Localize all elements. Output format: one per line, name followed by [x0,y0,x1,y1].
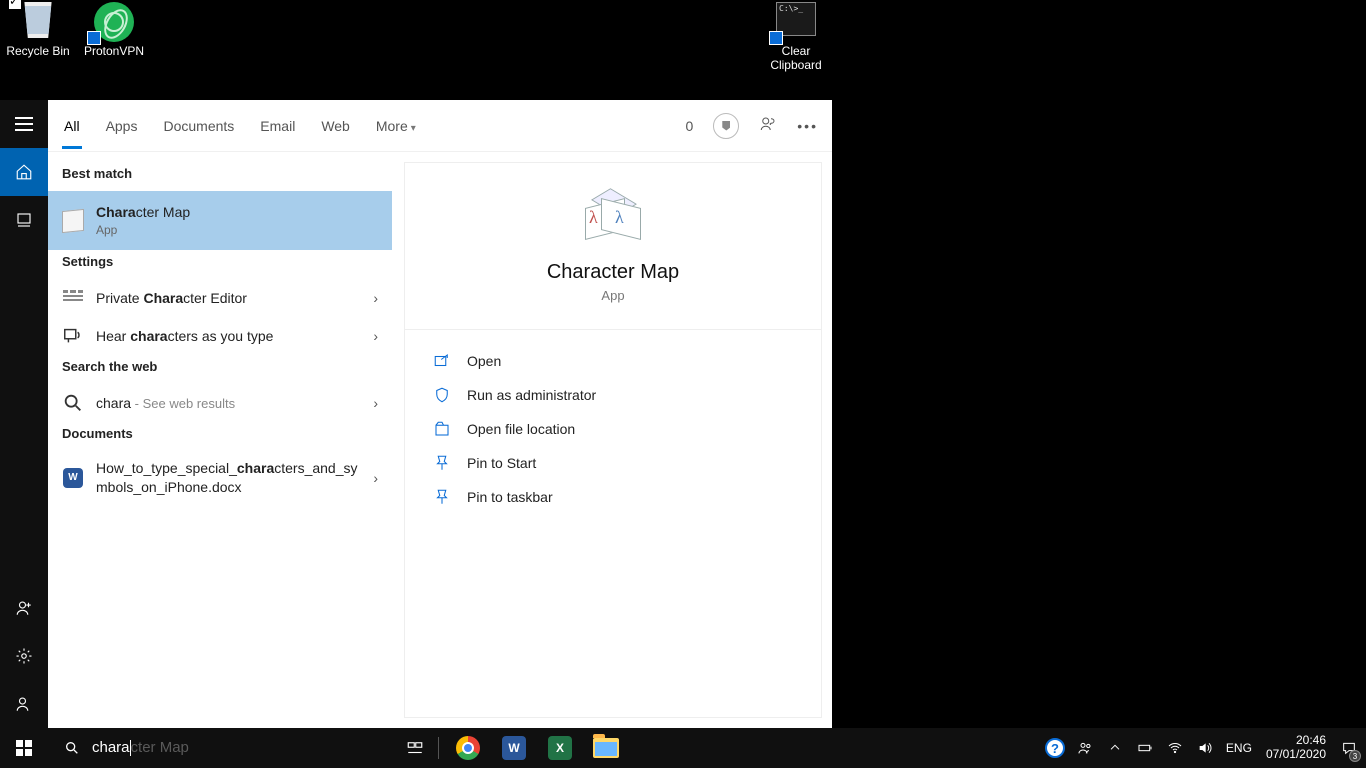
chevron-right-icon: › [373,290,378,306]
help-icon: ? [1045,738,1065,758]
tab-email[interactable]: Email [258,104,297,148]
desktop-icon-label: Clear Clipboard [758,44,834,72]
notification-badge: 3 [1349,750,1361,762]
rail-settings-button[interactable] [0,632,48,680]
section-search-web: Search the web [48,355,392,384]
tray-volume[interactable] [1190,728,1220,768]
taskbar-app-explorer[interactable] [583,728,629,768]
search-panel: All Apps Documents Email Web More▾ 0 •••… [48,100,832,728]
taskbar: character Map W X ? ENG 20:46 07/01/2020… [0,728,1366,768]
tray-clock[interactable]: 20:46 07/01/2020 [1258,734,1334,762]
explorer-icon [593,738,619,758]
rail-timeline-button[interactable] [0,196,48,244]
action-run-admin[interactable]: Run as administrator [409,378,817,412]
task-view-button[interactable] [398,728,432,768]
pce-icon [63,290,83,306]
desktop-icon-recycle-bin[interactable]: Recycle Bin [0,2,76,58]
charmap-icon: λ λ [585,197,641,243]
result-web-search[interactable]: chara - See web results › [48,384,392,422]
tab-all[interactable]: All [62,104,82,148]
desktop-icon-clear-clipboard[interactable]: Clear Clipboard [758,2,834,72]
system-tray: ? ENG 20:46 07/01/2020 3 [1040,728,1366,768]
search-input-text: chara [92,739,130,756]
action-pin-start[interactable]: Pin to Start [409,446,817,480]
tab-more[interactable]: More▾ [374,104,418,148]
rewards-count: 0 [685,118,693,134]
word-icon: W [63,468,83,488]
result-document[interactable]: W How_to_type_special_characters_and_sym… [48,451,392,505]
chevron-right-icon: › [373,328,378,344]
options-icon[interactable]: ••• [797,118,818,134]
tray-language[interactable]: ENG [1220,741,1258,755]
search-icon [64,740,80,756]
rail-home-button[interactable] [0,148,48,196]
search-box[interactable]: character Map [48,728,398,768]
word-icon: W [502,736,526,760]
search-input-ghost: cter Map [131,739,189,756]
taskbar-app-chrome[interactable] [445,728,491,768]
taskbar-app-word[interactable]: W [491,728,537,768]
start-button[interactable] [0,728,48,768]
rail-expand-button[interactable] [0,100,48,148]
tray-battery[interactable] [1130,728,1160,768]
desktop-icon-label: Recycle Bin [0,44,76,58]
excel-icon: X [548,736,572,760]
start-search-flyout: All Apps Documents Email Web More▾ 0 •••… [0,100,832,728]
feedback-icon[interactable] [759,115,777,136]
taskbar-app-excel[interactable]: X [537,728,583,768]
action-open[interactable]: Open [409,344,817,378]
tab-apps[interactable]: Apps [104,104,140,148]
result-hear-characters[interactable]: Hear characters as you type › [48,317,392,355]
preview-title: Character Map [415,261,811,284]
tray-people[interactable] [1070,728,1100,768]
results-list: Best match Character Map App Settings Pr… [48,152,392,728]
tray-notifications[interactable]: 3 [1334,728,1364,768]
tab-documents[interactable]: Documents [161,104,236,148]
tray-wifi[interactable] [1160,728,1190,768]
start-rail [0,100,48,728]
search-tabs: All Apps Documents Email Web More▾ 0 ••• [48,100,832,152]
checkmark-icon [8,0,22,10]
action-pin-taskbar[interactable]: Pin to taskbar [409,480,817,514]
result-preview: λ λ Character Map App Open Run as admini… [404,152,832,728]
shortcut-icon [87,31,101,45]
rail-power-button[interactable] [0,680,48,728]
chevron-right-icon: › [373,395,378,411]
tray-overflow[interactable] [1100,728,1130,768]
tab-web[interactable]: Web [319,104,352,148]
desktop-icon-protonvpn[interactable]: ProtonVPN [76,2,152,58]
chevron-down-icon: ▾ [411,123,416,134]
section-best-match: Best match [48,162,392,191]
section-documents: Documents [48,422,392,451]
chrome-icon [456,736,480,760]
narrator-icon [62,325,84,347]
result-character-map[interactable]: Character Map App [48,191,392,250]
rewards-icon[interactable] [713,113,739,139]
charmap-icon [62,210,84,232]
taskbar-divider [438,737,439,759]
tray-help[interactable]: ? [1040,728,1070,768]
section-settings: Settings [48,250,392,279]
search-icon [62,392,84,414]
rail-account-button[interactable] [0,584,48,632]
desktop-icon-label: ProtonVPN [76,44,152,58]
chevron-right-icon: › [373,470,378,486]
windows-icon [16,740,32,756]
result-private-character-editor[interactable]: Private Character Editor › [48,279,392,317]
action-open-location[interactable]: Open file location [409,412,817,446]
preview-subtitle: App [415,288,811,303]
shortcut-icon [769,31,783,45]
